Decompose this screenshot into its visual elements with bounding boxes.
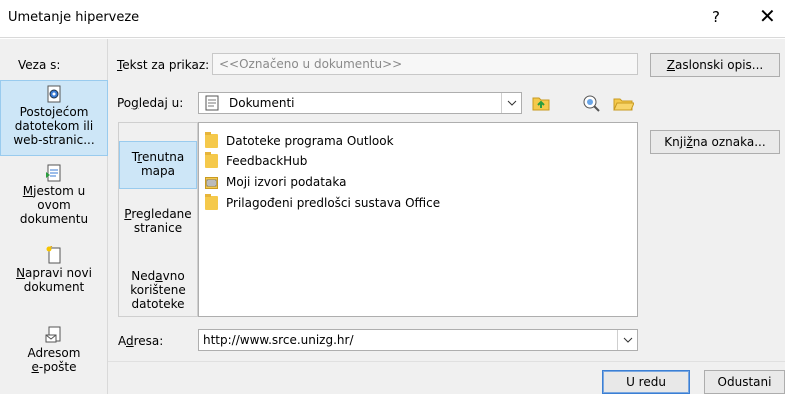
bookmark-button[interactable]: Knjižna oznaka...	[650, 130, 780, 154]
nav-place-in-document[interactable]: Mjestom u ovom dokumentu	[0, 164, 108, 234]
up-folder-icon[interactable]	[530, 92, 552, 114]
documents-folder-icon	[205, 95, 219, 114]
look-in-value: Dokumenti	[229, 96, 295, 110]
look-current-line-2: mapa	[140, 164, 175, 178]
file-name: FeedbackHub	[226, 154, 308, 168]
list-item[interactable]: Moji izvori podataka	[205, 172, 346, 192]
look-recent-line-2: korištene	[130, 283, 186, 297]
look-current-line-1: Trenutna	[131, 150, 185, 164]
link-to-header: Veza s:	[18, 58, 61, 72]
close-button[interactable]: ✕	[759, 4, 776, 28]
new-document-icon	[45, 245, 63, 264]
nav-place-line-3: dokumentu	[19, 212, 89, 226]
nav-new-document[interactable]: Napravi novi dokument	[0, 245, 108, 302]
divider	[108, 361, 785, 362]
look-browsed-line-1: Pregledane	[124, 207, 192, 221]
nav-email-line-2: e-pošte	[31, 360, 77, 374]
look-recent-line-1: Nedavno	[131, 269, 185, 283]
folder-icon	[205, 132, 218, 148]
nav-email-address[interactable]: Adresom e-pošte	[0, 326, 108, 382]
list-item[interactable]: Datoteke programa Outlook	[205, 131, 394, 151]
data-source-folder-icon	[205, 175, 218, 189]
address-value: http://www.srce.unizg.hr/	[203, 333, 354, 347]
dialog-title: Umetanje hiperveze	[8, 10, 140, 25]
chevron-down-icon[interactable]	[501, 93, 521, 113]
nav-existing-file-line-3: web-stranic...	[13, 133, 95, 147]
list-item[interactable]: Prilagođeni predlošci sustava Office	[205, 193, 440, 213]
look-current-folder[interactable]: Trenutna mapa	[119, 141, 197, 189]
email-address-icon	[45, 326, 63, 344]
nav-existing-file-line-1: Postojećom	[19, 105, 89, 119]
place-in-document-icon	[45, 164, 63, 182]
address-field[interactable]: http://www.srce.unizg.hr/	[198, 329, 638, 351]
look-in-panel: Trenutna mapa Pregledane stranice Nedavn…	[118, 122, 198, 317]
existing-file-icon	[45, 85, 63, 103]
help-button[interactable]: ?	[712, 8, 720, 26]
file-name: Datoteke programa Outlook	[226, 134, 394, 148]
file-name: Moji izvori podataka	[226, 175, 347, 189]
nav-email-line-1: Adresom	[27, 346, 81, 360]
list-item[interactable]: FeedbackHub	[205, 151, 307, 171]
cancel-button[interactable]: Odustani	[704, 370, 785, 394]
nav-place-line-2: ovom	[37, 198, 71, 212]
text-to-display-label: Tekst za prikaz:	[117, 58, 210, 72]
file-list[interactable]: Datoteke programa Outlook FeedbackHub Mo…	[198, 122, 638, 317]
look-browsed-pages[interactable]: Pregledane stranice	[119, 207, 197, 243]
browse-file-icon[interactable]	[612, 92, 635, 114]
nav-new-doc-line-1: Napravi novi	[16, 266, 92, 280]
folder-icon	[205, 152, 218, 168]
nav-new-doc-line-2: dokument	[23, 280, 85, 294]
ok-button[interactable]: U redu	[602, 370, 690, 394]
file-name: Prilagođeni predlošci sustava Office	[226, 196, 441, 210]
nav-existing-file-line-2: datotekom ili	[14, 119, 94, 133]
text-to-display-field[interactable]: <<Označeno u dokumentu>>	[212, 53, 638, 75]
address-label: Adresa:	[118, 334, 164, 348]
look-browsed-line-2: stranice	[133, 221, 183, 235]
chevron-down-icon[interactable]	[617, 330, 637, 350]
look-in-label: Pogledaj u:	[117, 96, 184, 110]
look-recent-line-3: datoteke	[131, 297, 185, 311]
folder-icon	[205, 194, 218, 210]
look-in-select[interactable]: Dokumenti	[198, 92, 522, 114]
look-recent-files[interactable]: Nedavno korištene datoteke	[119, 269, 197, 315]
nav-place-line-1: Mjestom u	[22, 184, 86, 198]
screentip-button[interactable]: Zaslonski opis...	[650, 53, 780, 77]
nav-existing-file[interactable]: Postojećom datotekom ili web-stranic...	[0, 80, 108, 156]
browse-web-icon[interactable]	[580, 92, 602, 114]
